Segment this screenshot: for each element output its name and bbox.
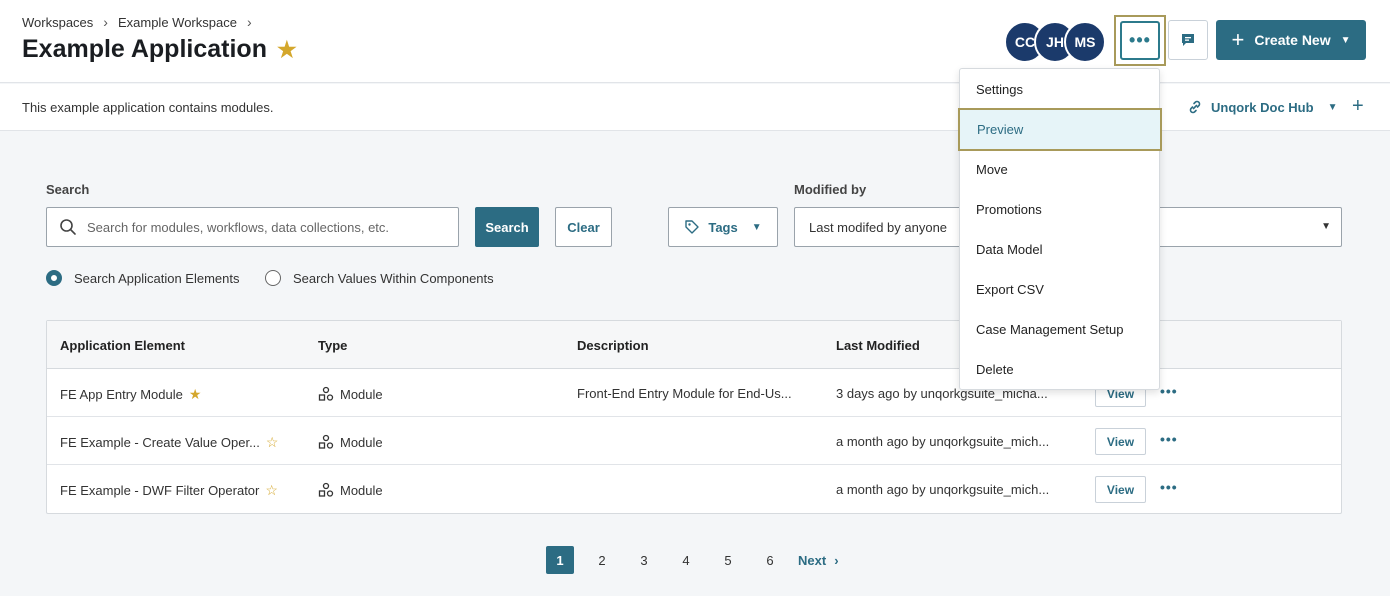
description-cell: Front-End Entry Module for End-Us... <box>577 386 792 401</box>
chevron-right-icon: › <box>103 14 108 30</box>
element-name[interactable]: FE Example - Create Value Oper... <box>60 435 260 450</box>
breadcrumb-example-workspace[interactable]: Example Workspace <box>118 15 237 30</box>
search-button[interactable]: Search <box>475 207 539 247</box>
menu-item-promotions[interactable]: Promotions <box>960 189 1159 229</box>
create-new-button[interactable]: + Create New ▼ <box>1216 20 1366 60</box>
modified-by-value: Last modifed by anyone <box>809 219 948 235</box>
page-1[interactable]: 1 <box>546 546 574 574</box>
menu-item-settings[interactable]: Settings <box>960 69 1159 109</box>
element-name[interactable]: FE App Entry Module <box>60 387 183 402</box>
more-options-menu: Settings Preview Move Promotions Data Mo… <box>958 68 1162 390</box>
column-header-last-modified[interactable]: Last Modified <box>836 338 920 353</box>
link-icon <box>1189 100 1201 114</box>
type-cell: Module <box>318 434 383 450</box>
last-modified-cell: a month ago by unqorkgsuite_mich... <box>836 434 1050 449</box>
page-3[interactable]: 3 <box>630 546 658 574</box>
page-5[interactable]: 5 <box>714 546 742 574</box>
column-header-element[interactable]: Application Element <box>60 338 185 353</box>
module-icon <box>318 482 334 497</box>
menu-item-preview[interactable]: Preview <box>958 108 1162 151</box>
tag-icon <box>685 220 700 234</box>
type-cell: Module <box>318 386 383 402</box>
radio-unchecked-icon[interactable] <box>265 270 281 286</box>
add-link-button[interactable]: + <box>1352 95 1364 118</box>
page-6[interactable]: 6 <box>756 546 784 574</box>
tags-button[interactable]: Tags ▼ <box>668 207 778 247</box>
search-field[interactable] <box>46 207 459 247</box>
breadcrumb-workspaces[interactable]: Workspaces <box>22 15 93 30</box>
more-options-button[interactable]: ••• <box>1114 15 1166 66</box>
clear-button[interactable]: Clear <box>555 207 612 247</box>
menu-item-export-csv[interactable]: Export CSV <box>960 269 1159 309</box>
search-input[interactable] <box>87 219 447 235</box>
caret-down-icon: ▼ <box>1321 221 1331 232</box>
caret-down-icon: ▼ <box>1340 34 1351 46</box>
description-bar: This example application contains module… <box>0 84 1390 131</box>
app-description: This example application contains module… <box>22 100 274 115</box>
radio-search-values[interactable]: Search Values Within Components <box>265 270 494 286</box>
element-name-cell: FE Example - Create Value Oper... ☆ <box>60 434 278 451</box>
create-new-label: Create New <box>1254 32 1331 48</box>
row-more-options-icon[interactable]: ••• <box>1160 431 1178 447</box>
plus-icon: + <box>1231 27 1245 52</box>
comment-icon <box>1182 34 1194 46</box>
app-header: Workspaces › Example Workspace › Example… <box>0 0 1390 83</box>
module-icon <box>318 386 334 401</box>
page-4[interactable]: 4 <box>672 546 700 574</box>
doc-hub-label: Unqork Doc Hub <box>1211 99 1314 115</box>
modified-by-label: Modified by <box>794 182 867 197</box>
page-2[interactable]: 2 <box>588 546 616 574</box>
favorite-star-icon[interactable]: ★ <box>189 386 202 403</box>
radio-search-elements[interactable]: Search Application Elements <box>46 270 239 286</box>
avatar-ms[interactable]: MS <box>1064 21 1106 63</box>
row-more-options-icon[interactable]: ••• <box>1160 383 1178 399</box>
menu-item-data-model[interactable]: Data Model <box>960 229 1159 269</box>
search-label: Search <box>46 182 90 197</box>
type-label: Module <box>340 482 383 498</box>
caret-down-icon: ▼ <box>1327 101 1338 113</box>
breadcrumb: Workspaces › Example Workspace › <box>22 14 252 30</box>
page-title: Example Application <box>22 35 267 63</box>
column-header-description[interactable]: Description <box>577 338 649 353</box>
type-label: Module <box>340 434 383 450</box>
chevron-right-icon: › <box>834 552 839 568</box>
doc-hub-link[interactable]: Unqork Doc Hub ▼ <box>1187 99 1337 115</box>
element-name-cell: FE Example - DWF Filter Operator ☆ <box>60 482 278 499</box>
favorite-star-outline-icon[interactable]: ☆ <box>266 434 279 451</box>
chevron-right-icon: › <box>246 14 252 30</box>
next-label: Next <box>798 552 827 568</box>
element-name-cell: FE App Entry Module ★ <box>60 386 201 403</box>
table-row: FE Example - Create Value Oper... ☆ Modu… <box>47 417 1341 465</box>
next-page-button[interactable]: Next › <box>798 553 839 568</box>
radio-search-elements-label: Search Application Elements <box>74 270 240 286</box>
menu-item-delete[interactable]: Delete <box>960 349 1159 389</box>
menu-item-case-management-setup[interactable]: Case Management Setup <box>960 309 1159 349</box>
last-modified-cell: a month ago by unqorkgsuite_mich... <box>836 482 1050 497</box>
type-cell: Module <box>318 482 383 498</box>
table-row: FE Example - DWF Filter Operator ☆ Modul… <box>47 465 1341 513</box>
radio-search-values-label: Search Values Within Components <box>293 270 494 286</box>
page-title-wrap: Example Application ★ <box>22 35 297 64</box>
caret-down-icon: ▼ <box>751 221 762 233</box>
row-more-options-icon[interactable]: ••• <box>1160 479 1178 495</box>
radio-checked-icon[interactable] <box>46 270 62 286</box>
favorite-star-icon[interactable]: ★ <box>277 37 297 63</box>
comments-button[interactable] <box>1168 20 1208 60</box>
module-icon <box>318 434 334 449</box>
pagination: 1 2 3 4 5 6 Next › <box>546 546 839 574</box>
type-label: Module <box>340 386 383 402</box>
view-button[interactable]: View <box>1095 428 1146 455</box>
tags-label: Tags <box>708 219 738 235</box>
element-name[interactable]: FE Example - DWF Filter Operator <box>60 483 259 498</box>
menu-item-move[interactable]: Move <box>960 149 1159 189</box>
search-icon <box>60 219 76 235</box>
view-button[interactable]: View <box>1095 476 1146 503</box>
ellipsis-icon: ••• <box>1120 21 1160 60</box>
column-header-type[interactable]: Type <box>318 338 347 353</box>
favorite-star-outline-icon[interactable]: ☆ <box>265 482 278 499</box>
